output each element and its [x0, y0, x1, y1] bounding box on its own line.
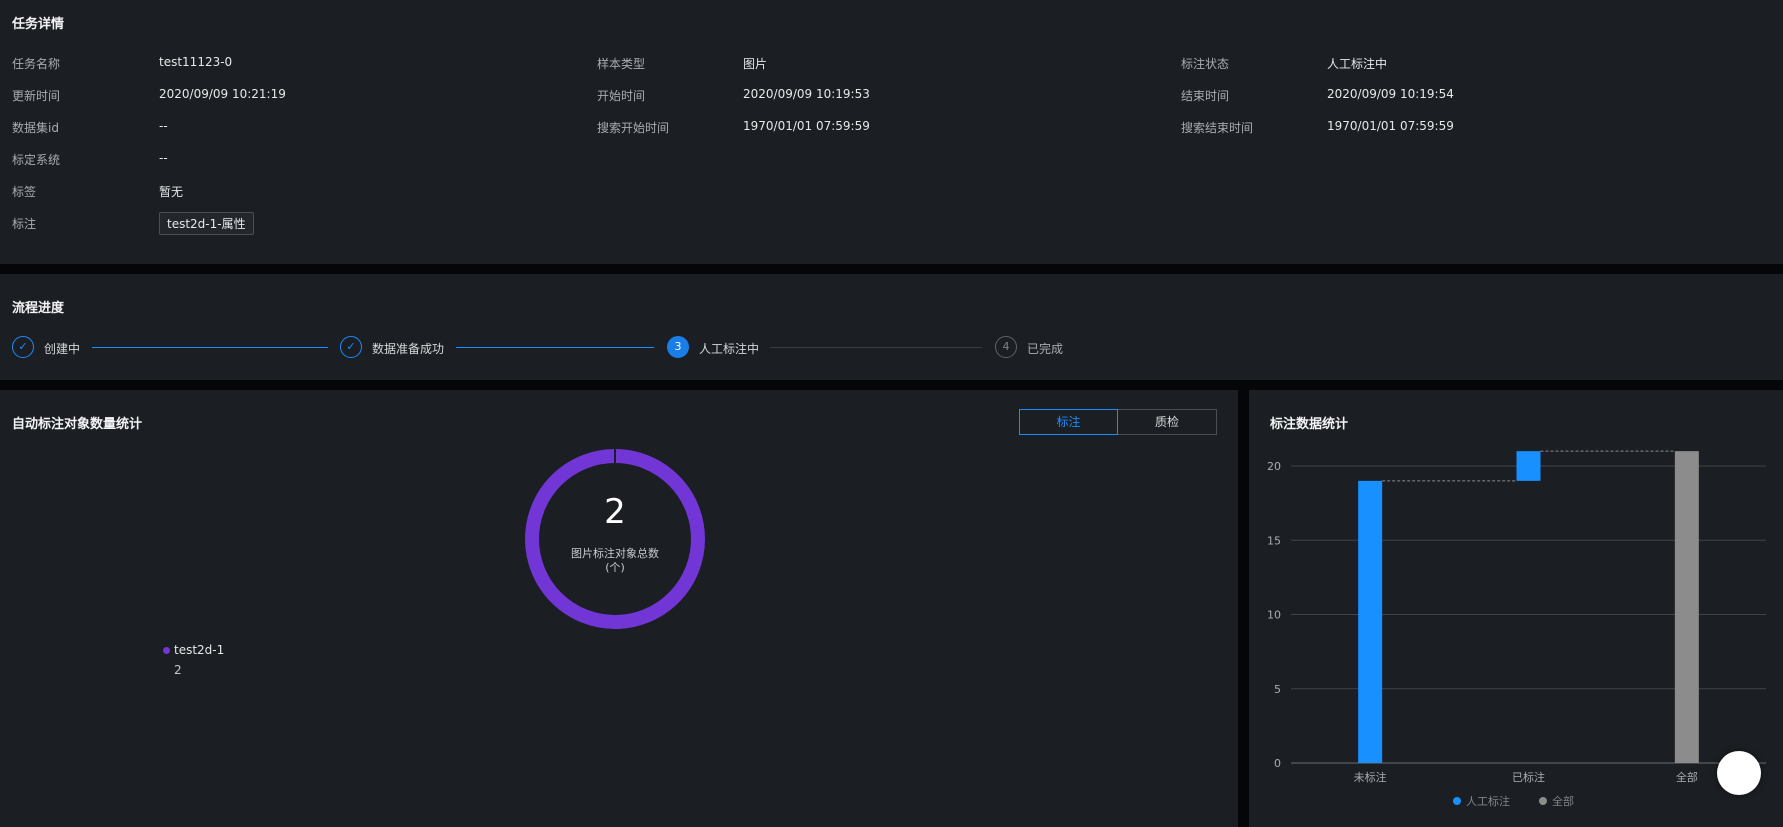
dataset-id-value: --	[159, 119, 168, 133]
step-2-check-icon: ✓	[340, 336, 362, 358]
sample-type-label: 样本类型	[597, 57, 646, 71]
step-1-check-icon: ✓	[12, 336, 34, 358]
x-tick-label: 未标注	[1354, 770, 1387, 784]
search-start-label: 搜索开始时间	[597, 121, 670, 135]
legend-label-total: 全部	[1552, 794, 1574, 808]
process-progress-panel: 流程进度 ✓ 创建中 ✓ 数据准备成功 3 人工标注中 4 已完成	[0, 274, 1783, 380]
auto-annotation-stats-title: 自动标注对象数量统计	[12, 417, 143, 432]
task-name-value: test11123-0	[159, 55, 233, 69]
task-details-panel: 任务详情 任务名称 test11123-0 样本类型 图片 标注状态 人工标注中…	[0, 0, 1783, 264]
y-tick-label: 15	[1267, 534, 1281, 547]
step-3-number-icon: 3	[667, 336, 689, 358]
start-time-label: 开始时间	[597, 89, 646, 103]
update-time-label: 更新时间	[12, 89, 61, 103]
tags-value: 暂无	[159, 185, 184, 199]
donut-caption-line2: (个)	[605, 561, 625, 574]
step-3-label: 人工标注中	[699, 342, 760, 356]
y-tick-label: 5	[1274, 683, 1281, 696]
step-connector-1	[92, 347, 328, 348]
bar-未标注	[1358, 480, 1383, 763]
legend-dot-manual-icon	[1453, 797, 1461, 805]
donut-total-value: 2	[604, 492, 626, 532]
dataset-id-label: 数据集id	[12, 121, 59, 135]
sample-type-value: 图片	[743, 57, 768, 71]
step-2-label: 数据准备成功	[372, 342, 445, 356]
tab-quality-check[interactable]: 质检	[1118, 409, 1217, 435]
step-connector-3	[770, 347, 982, 348]
donut-ring-test2d-1[interactable]	[525, 449, 705, 629]
legend-dot-total-icon	[1539, 797, 1547, 805]
stats-toggle-group: 标注 质检	[1019, 409, 1217, 435]
process-progress-title: 流程进度	[12, 301, 65, 316]
y-tick-label: 10	[1267, 609, 1281, 622]
search-start-value: 1970/01/01 07:59:59	[743, 119, 870, 133]
x-tick-label: 已标注	[1512, 770, 1545, 784]
auto-annotation-stats-panel: 自动标注对象数量统计 标注 质检 2 图片标注对象总数 (个) test2d-1…	[0, 390, 1238, 827]
annotation-tag-chip[interactable]: test2d-1-属性	[159, 212, 254, 235]
floating-action-icon[interactable]	[1717, 751, 1761, 795]
donut-legend-item[interactable]: test2d-1	[163, 643, 224, 657]
search-end-value: 1970/01/01 07:59:59	[1327, 119, 1454, 133]
donut-chart	[525, 449, 705, 629]
update-time-value: 2020/09/09 10:21:19	[159, 87, 286, 101]
start-time-value: 2020/09/09 10:19:53	[743, 87, 870, 101]
y-tick-label: 20	[1267, 460, 1281, 473]
tags-label: 标签	[12, 185, 37, 199]
donut-legend-name: test2d-1	[174, 643, 225, 657]
bar-chart: 05101520未标注 已标注 全部人工标注 全部	[1267, 450, 1766, 808]
task-name-label: 任务名称	[12, 57, 61, 71]
legend-dot-icon	[163, 646, 170, 654]
step-4-number-icon: 4	[995, 336, 1017, 358]
step-4-label: 已完成	[1027, 342, 1064, 356]
label-status-value: 人工标注中	[1327, 57, 1388, 71]
x-tick-label: 全部	[1676, 770, 1698, 784]
step-connector-2	[456, 347, 654, 348]
step-1-label: 创建中	[44, 342, 81, 356]
bar-已标注	[1516, 451, 1541, 481]
calibration-system-value: --	[159, 151, 168, 165]
task-details-title: 任务详情	[12, 17, 65, 32]
calibration-system-label: 标定系统	[12, 153, 61, 167]
label-data-stats-panel: 标注数据统计 0 5 10 15 20 未标注 已标注 全部 人工标注 全部	[1249, 390, 1783, 827]
bar-全部	[1674, 451, 1699, 763]
legend-label-manual: 人工标注	[1466, 794, 1510, 808]
search-end-label: 搜索结束时间	[1181, 121, 1254, 135]
annotation-label: 标注	[12, 217, 37, 231]
tab-annotation[interactable]: 标注	[1019, 409, 1118, 435]
end-time-label: 结束时间	[1181, 89, 1230, 103]
y-tick-label: 0	[1274, 757, 1281, 770]
end-time-value: 2020/09/09 10:19:54	[1327, 87, 1454, 101]
label-status-label: 标注状态	[1181, 57, 1230, 71]
donut-legend-value: 2	[174, 663, 182, 677]
